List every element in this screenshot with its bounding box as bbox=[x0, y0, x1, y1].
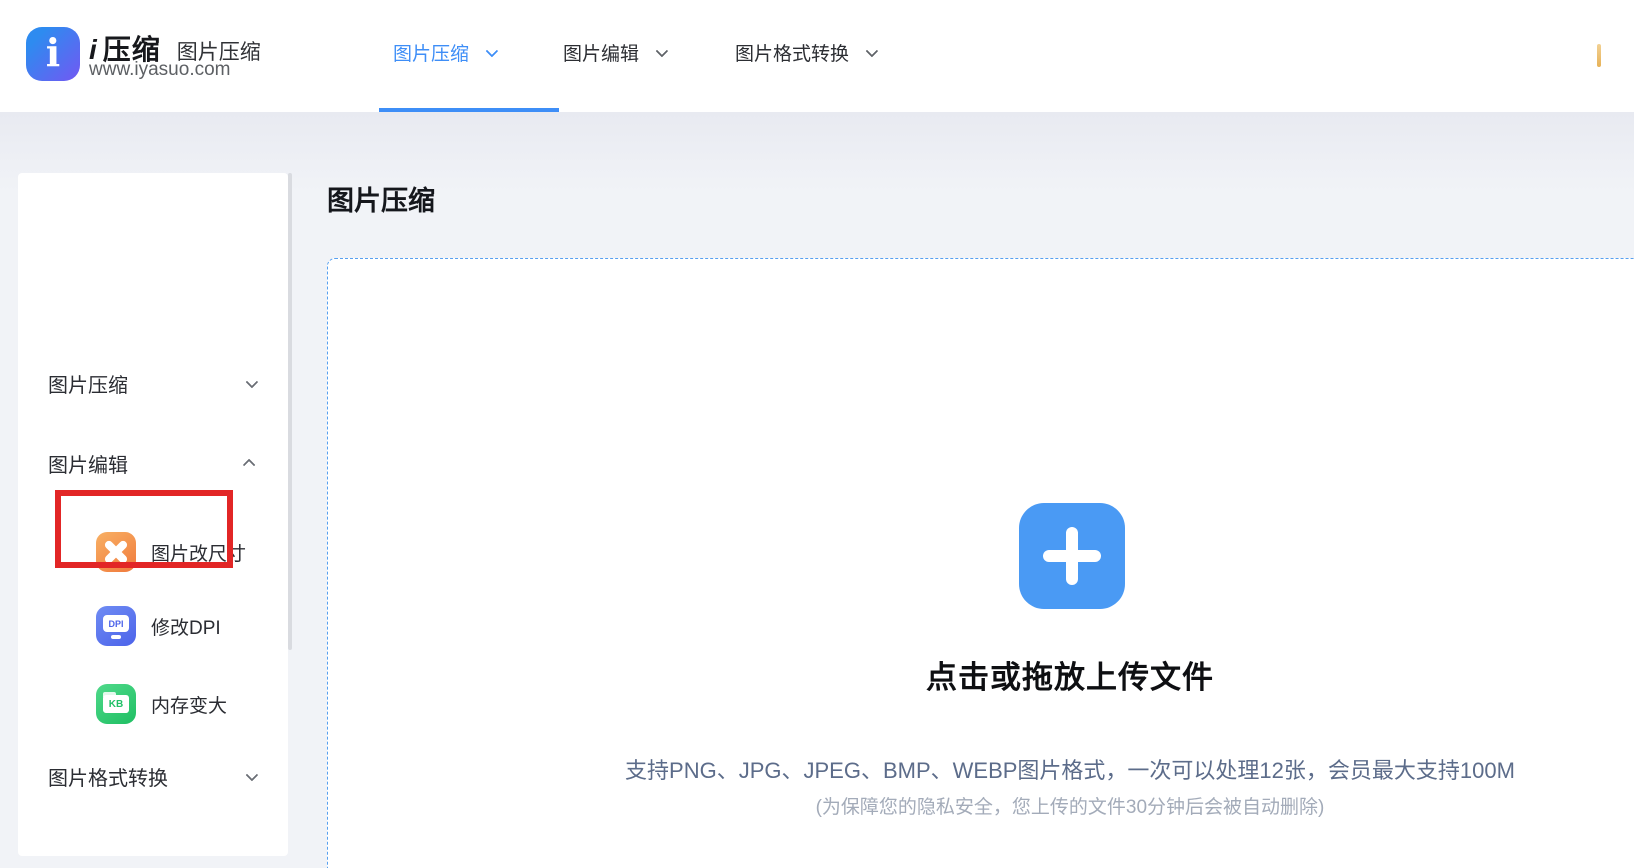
dpi-icon-text: DPI bbox=[103, 615, 129, 632]
chevron-up-icon bbox=[243, 458, 256, 471]
upload-privacy-text: (为保障您的隐私安全，您上传的文件30分钟后会被自动删除) bbox=[327, 792, 1634, 819]
brand-logo-letter: i bbox=[46, 34, 60, 72]
upload-headline: 点击或拖放上传文件 bbox=[327, 652, 1634, 697]
chevron-down-icon bbox=[246, 375, 259, 388]
chevron-down-icon bbox=[866, 45, 879, 58]
brand-logo[interactable]: i bbox=[26, 27, 80, 81]
sidebar-item-label: 修改DPI bbox=[151, 613, 221, 640]
brand-url: www.iyasuo.com bbox=[89, 59, 231, 81]
chevron-down-icon bbox=[486, 45, 499, 58]
dpi-monitor-icon: DPI bbox=[96, 606, 136, 646]
chevron-down-icon bbox=[656, 45, 669, 58]
nav-item-format-convert[interactable]: 图片格式转换 bbox=[735, 39, 875, 66]
page: i i 压缩 图片压缩 www.iyasuo.com 图片压缩 图片编辑 图片格… bbox=[0, 0, 1634, 868]
sidebar-group-label: 图片压缩 bbox=[48, 369, 128, 398]
sidebar-item-enlarge-size[interactable]: KB 内存变大 bbox=[96, 684, 227, 724]
plus-icon[interactable] bbox=[1019, 503, 1125, 609]
sidebar: 图片压缩 图片编辑 图片改尺寸 DPI 修改DPI KB 内存变大 bbox=[18, 173, 288, 856]
sidebar-group-label: 图片编辑 bbox=[48, 449, 128, 478]
active-tab-underline bbox=[379, 108, 559, 112]
sidebar-item-label: 内存变大 bbox=[151, 691, 227, 718]
vip-gold-icon bbox=[1597, 44, 1601, 67]
chevron-down-icon bbox=[246, 768, 259, 781]
page-title: 图片压缩 bbox=[327, 179, 435, 218]
sidebar-item-resize[interactable]: 图片改尺寸 bbox=[96, 532, 246, 572]
sidebar-scrollbar[interactable] bbox=[288, 173, 292, 650]
sidebar-group-image-compress[interactable]: 图片压缩 bbox=[18, 366, 288, 400]
nav-item-label: 图片编辑 bbox=[563, 39, 639, 66]
sidebar-group-format-convert[interactable]: 图片格式转换 bbox=[18, 759, 288, 793]
nav-item-label: 图片压缩 bbox=[393, 39, 469, 66]
nav-item-image-edit[interactable]: 图片编辑 bbox=[563, 39, 665, 66]
sidebar-item-label: 图片改尺寸 bbox=[151, 539, 246, 566]
kb-icon-text: KB bbox=[103, 695, 129, 713]
sidebar-group-image-edit[interactable]: 图片编辑 bbox=[18, 446, 288, 480]
kb-folder-icon: KB bbox=[96, 684, 136, 724]
resize-crossed-tools-icon bbox=[96, 532, 136, 572]
nav-item-image-compress[interactable]: 图片压缩 bbox=[393, 39, 495, 66]
sidebar-group-label: 图片格式转换 bbox=[48, 762, 168, 791]
nav-item-label: 图片格式转换 bbox=[735, 39, 849, 66]
sidebar-item-dpi[interactable]: DPI 修改DPI bbox=[96, 606, 221, 646]
header: i i 压缩 图片压缩 www.iyasuo.com 图片压缩 图片编辑 图片格… bbox=[0, 0, 1634, 112]
upload-support-text: 支持PNG、JPG、JPEG、BMP、WEBP图片格式，一次可以处理12张，会员… bbox=[327, 753, 1634, 785]
